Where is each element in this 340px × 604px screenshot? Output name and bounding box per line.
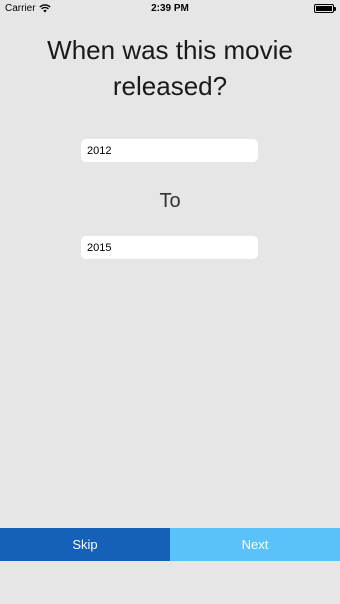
bottom-action-bar: Skip Next [0, 528, 340, 561]
status-bar: Carrier 2:39 PM [0, 0, 340, 18]
battery-icon [314, 4, 336, 13]
question-title: When was this movie released? [47, 35, 293, 101]
to-label: To [159, 190, 181, 212]
next-button[interactable]: Next [170, 528, 340, 561]
battery-fill [316, 6, 332, 11]
from-year-input[interactable] [81, 139, 258, 162]
to-year-input[interactable] [81, 236, 258, 259]
status-time: 2:39 PM [151, 3, 189, 14]
skip-button[interactable]: Skip [0, 528, 170, 561]
